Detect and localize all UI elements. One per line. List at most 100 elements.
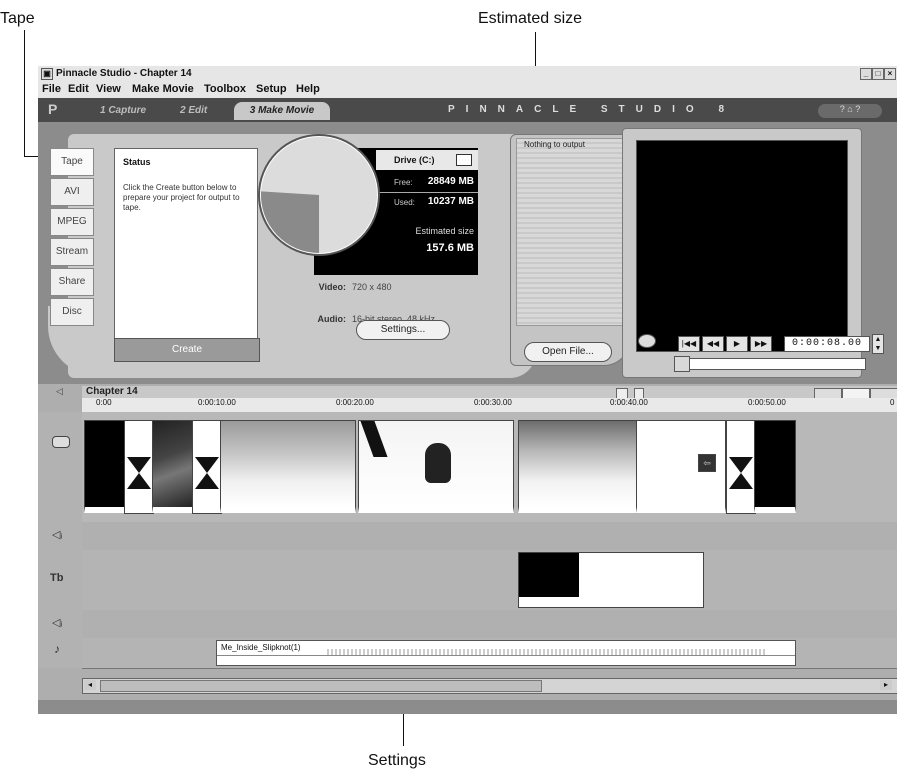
disk-usage-pie [258, 134, 380, 256]
video-clip-black[interactable] [84, 420, 126, 513]
video-clip-arrow[interactable]: ⇦ [698, 454, 716, 472]
title-track[interactable] [82, 550, 897, 611]
timeline-header: Chapter 14 [82, 386, 897, 398]
ruler-tick: 0:00 [96, 398, 112, 407]
drive-selector[interactable]: Drive (C:) [376, 150, 478, 170]
folder-icon[interactable] [456, 154, 472, 166]
title-track-icon[interactable]: Tb [50, 572, 63, 584]
app-window: ▣ Pinnacle Studio - Chapter 14 _ □ × Fil… [38, 66, 897, 714]
ruler-tick: 0 [890, 398, 895, 407]
timecode-field[interactable]: 0:00:08.00 [784, 336, 870, 352]
scroll-right-icon[interactable]: ▸ [880, 680, 892, 690]
output-empty-text: Nothing to output [524, 140, 585, 149]
video-clip-title[interactable] [152, 420, 194, 513]
window-title: Pinnacle Studio - Chapter 14 [56, 68, 192, 79]
rewind-button[interactable]: ◀◀ [702, 336, 724, 352]
video-transition[interactable] [124, 420, 154, 514]
disk-usage-pie-svg [261, 137, 377, 253]
video-track-head [38, 412, 83, 522]
close-icon[interactable]: × [884, 68, 896, 80]
video-camera-icon[interactable] [52, 436, 70, 448]
video-transition[interactable] [726, 420, 756, 514]
settings-button[interactable]: Settings... [356, 320, 450, 340]
estimated-size-value: 157.6 MB [426, 242, 474, 254]
video-clip-sledding[interactable] [518, 420, 638, 513]
video-value: 720 x 480 [352, 282, 392, 292]
open-file-button[interactable]: Open File... [524, 342, 612, 362]
create-button[interactable]: Create [114, 338, 260, 362]
timeline-title: Chapter 14 [86, 386, 138, 397]
video-clip-black-end[interactable] [754, 420, 796, 513]
timeline-scroll-thumb[interactable] [100, 680, 542, 692]
menu-help[interactable]: Help [296, 83, 320, 95]
menu-setup[interactable]: Setup [256, 83, 287, 95]
menu-edit[interactable]: Edit [68, 83, 89, 95]
audio-track[interactable] [82, 522, 897, 551]
tab-output-share[interactable]: Share [50, 268, 94, 296]
transition-icon [195, 457, 219, 489]
maximize-icon[interactable]: □ [872, 68, 884, 80]
tab-output-tape[interactable]: Tape [50, 148, 94, 176]
menu-bar: File Edit View Make Movie Toolbox Setup … [38, 82, 897, 98]
tab-output-stream[interactable]: Stream [50, 238, 94, 266]
timecode-stepper[interactable]: ▲ ▼ [872, 334, 884, 354]
transition-icon [127, 457, 151, 489]
fast-forward-button[interactable]: ▶▶ [750, 336, 772, 352]
callout-tape: Tape [0, 10, 35, 27]
ruler-tick: 0:00:50.00 [748, 398, 786, 407]
ruler-tick: 0:00:10.00 [198, 398, 236, 407]
tab-output-mpeg[interactable]: MPEG [50, 208, 94, 236]
drive-label: Drive (C:) [394, 155, 435, 165]
video-label: Video: [318, 282, 346, 292]
scrubber-handle[interactable] [674, 356, 690, 372]
go-to-start-button[interactable]: |◀◀ [678, 336, 700, 352]
music-clip[interactable]: Me_Inside_Slipknot(1) [216, 640, 796, 666]
scroll-left-icon[interactable]: ◂ [84, 680, 96, 690]
output-list[interactable] [516, 138, 626, 326]
disc-icon[interactable] [638, 334, 656, 348]
play-button[interactable]: ▶ [726, 336, 748, 352]
tab-output-avi[interactable]: AVI [50, 178, 94, 206]
scrubber-track[interactable] [674, 358, 866, 370]
speaker-icon[interactable]: ◁ [56, 386, 63, 397]
audio-label: Audio: [317, 314, 347, 324]
menu-toolbox[interactable]: Toolbox [204, 83, 246, 95]
status-message: Click the Create button below to prepare… [123, 183, 240, 212]
sfx-speaker-icon[interactable]: ◁ᵢ [52, 616, 62, 629]
menu-make-movie[interactable]: Make Movie [132, 83, 194, 95]
ruler-tick: 0:00:40.00 [610, 398, 648, 407]
tab-capture[interactable]: 1 Capture [100, 102, 146, 120]
music-note-icon[interactable]: ♪ [54, 642, 60, 656]
menu-view[interactable]: View [96, 83, 121, 95]
disk-divider [378, 192, 478, 193]
title-bar: ▣ Pinnacle Studio - Chapter 14 _ □ × [38, 66, 897, 82]
music-track-head [38, 638, 83, 668]
title-clip-thumb [519, 553, 579, 597]
sfx-track[interactable] [82, 610, 897, 639]
timeline-ruler: 0:00 0:00:10.00 0:00:20.00 0:00:30.00 0:… [82, 398, 897, 413]
video-transition[interactable] [192, 420, 222, 514]
callout-settings: Settings [368, 752, 426, 769]
free-label: Free: [394, 178, 413, 187]
callout-tape-line-v [24, 30, 25, 156]
clip-figure-legs [360, 421, 388, 457]
pinnacle-logo-icon: P [48, 101, 58, 117]
tab-edit[interactable]: 2 Edit [180, 102, 207, 120]
used-value: 10237 MB [427, 196, 474, 207]
help-icons[interactable]: ? ⌂ ? [818, 104, 882, 118]
menu-file[interactable]: File [42, 83, 61, 95]
ruler-tick: 0:00:20.00 [336, 398, 374, 407]
minimize-icon[interactable]: _ [860, 68, 872, 80]
title-clip[interactable] [518, 552, 704, 608]
video-clip-snow-trees[interactable] [220, 420, 356, 513]
tab-make-movie[interactable]: 3 Make Movie [234, 102, 330, 120]
mode-tab-bar: P 1 Capture 2 Edit 3 Make Movie PINNACLE… [38, 98, 897, 122]
brand-wordmark: PINNACLE STUDIO 8 [448, 104, 736, 115]
tab-output-disc[interactable]: Disc [50, 298, 94, 326]
preview-screen [636, 140, 848, 352]
audio-speaker-icon[interactable]: ◁ᵢ [52, 528, 62, 541]
status-title: Status [123, 157, 151, 167]
clip-figure [425, 443, 451, 483]
video-clip-child-snow[interactable] [358, 420, 514, 513]
music-clip-volume-line [217, 655, 795, 656]
